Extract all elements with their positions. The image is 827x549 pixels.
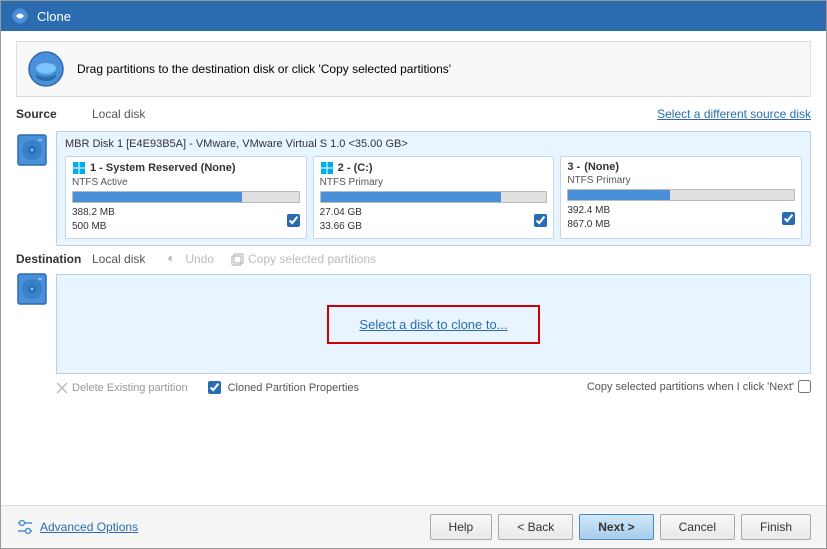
- dest-content: Select a disk to clone to... Delete E: [56, 270, 811, 394]
- content-area: Drag partitions to the destination disk …: [1, 31, 826, 505]
- copy-next-label: Copy selected partitions when I click 'N…: [587, 381, 794, 393]
- partition-3-header: 3 - (None): [567, 161, 795, 173]
- partition-1-checkbox[interactable]: [287, 214, 300, 227]
- source-sublabel: Local disk: [92, 107, 145, 121]
- copy-label: Copy selected partitions: [248, 252, 376, 266]
- source-header-row: Source Local disk Select a different sou…: [16, 107, 811, 121]
- source-row: MBR Disk 1 [E4E93B5A] - VMware, VMware V…: [16, 131, 811, 246]
- select-disk-box[interactable]: Select a disk to clone to...: [327, 305, 539, 344]
- instruction-icon: [27, 50, 65, 88]
- partition-1-type: NTFS Active: [72, 177, 300, 188]
- partition-3-num: 3 -: [567, 161, 580, 173]
- delete-partition-option: Delete Existing partition: [56, 381, 188, 394]
- back-button[interactable]: < Back: [498, 514, 573, 540]
- finish-button[interactable]: Finish: [741, 514, 811, 540]
- copy-next-checkbox[interactable]: [798, 380, 811, 393]
- windows-icon-2: [320, 161, 334, 175]
- footer-buttons: Help < Back Next > Cancel Finish: [430, 514, 811, 540]
- instruction-text: Drag partitions to the destination disk …: [77, 62, 451, 76]
- dest-disk-icon: [16, 270, 48, 308]
- partition-2-sizes: 27.04 GB 33.66 GB: [320, 206, 362, 234]
- partition-1-sizes: 388.2 MB 500 MB: [72, 206, 115, 234]
- cloned-props-checkbox[interactable]: [208, 381, 221, 394]
- partition-2-bar: [321, 192, 502, 202]
- mbr-label: MBR Disk 1 [E4E93B5A] - VMware, VMware V…: [65, 138, 802, 150]
- source-panel: MBR Disk 1 [E4E93B5A] - VMware, VMware V…: [56, 131, 811, 246]
- partition-1-footer: 388.2 MB 500 MB: [72, 206, 300, 234]
- partition-2-checkbox[interactable]: [534, 214, 547, 227]
- advanced-options-icon: [16, 518, 34, 536]
- partition-2-size1: 27.04 GB: [320, 206, 362, 220]
- select-disk-link[interactable]: Select a disk to clone to...: [359, 317, 507, 332]
- instruction-bar: Drag partitions to the destination disk …: [16, 41, 811, 97]
- copy-icon: [230, 252, 244, 266]
- source-disk-icon: [16, 131, 48, 169]
- destination-sublabel: Local disk: [92, 252, 145, 266]
- help-button[interactable]: Help: [430, 514, 493, 540]
- clone-icon: [11, 7, 29, 25]
- undo-button[interactable]: Undo: [167, 252, 214, 266]
- footer: Advanced Options Help < Back Next > Canc…: [1, 505, 826, 548]
- partition-item-2: 2 - (C:) NTFS Primary 27.04 GB 33.66 GB: [313, 156, 555, 239]
- partitions-row: 1 - System Reserved (None) NTFS Active 3…: [65, 156, 802, 239]
- partition-3-footer: 392.4 MB 867.0 MB: [567, 204, 795, 232]
- partition-3-name: (None): [584, 161, 619, 173]
- partition-3-sizes: 392.4 MB 867.0 MB: [567, 204, 610, 232]
- delete-partition-icon: [56, 382, 68, 394]
- partition-1-size2: 500 MB: [72, 220, 115, 234]
- dest-toolbar: Undo Copy selected partitions: [167, 252, 376, 266]
- partition-1-name: 1 - System Reserved (None): [90, 162, 236, 174]
- partition-3-size2: 867.0 MB: [567, 218, 610, 232]
- window-title: Clone: [37, 9, 71, 24]
- partition-3-size1: 392.4 MB: [567, 204, 610, 218]
- partition-1-bar-container: [72, 191, 300, 203]
- partition-3-checkbox[interactable]: [782, 212, 795, 225]
- partition-item-1: 1 - System Reserved (None) NTFS Active 3…: [65, 156, 307, 239]
- delete-partition-label: Delete Existing partition: [72, 382, 188, 394]
- footer-left: Advanced Options: [16, 518, 430, 536]
- partition-2-bar-container: [320, 191, 548, 203]
- undo-label: Undo: [185, 252, 214, 266]
- select-different-source-link[interactable]: Select a different source disk: [657, 107, 811, 121]
- cloned-props-label: Cloned Partition Properties: [228, 382, 359, 394]
- cloned-props-option: Cloned Partition Properties: [208, 381, 359, 394]
- dest-bottom-row: Delete Existing partition Cloned Partiti…: [56, 377, 811, 394]
- partition-3-type: NTFS Primary: [567, 175, 795, 186]
- windows-icon-1: [72, 161, 86, 175]
- title-bar: Clone: [1, 1, 826, 31]
- partition-2-type: NTFS Primary: [320, 177, 548, 188]
- partition-2-name: 2 - (C:): [338, 162, 373, 174]
- partition-2-size2: 33.66 GB: [320, 220, 362, 234]
- dest-section-left: Destination Local disk Undo: [16, 252, 376, 266]
- undo-icon: [167, 252, 181, 266]
- partition-2-footer: 27.04 GB 33.66 GB: [320, 206, 548, 234]
- partition-1-bar: [73, 192, 242, 202]
- dest-options: Delete Existing partition Cloned Partiti…: [56, 381, 359, 394]
- partition-item-3: 3 - (None) NTFS Primary 392.4 MB 867.0 M: [560, 156, 802, 239]
- source-section: Source Local disk Select a different sou…: [16, 107, 811, 246]
- partition-2-header: 2 - (C:): [320, 161, 548, 175]
- source-section-left: Source Local disk: [16, 107, 145, 121]
- partition-1-size1: 388.2 MB: [72, 206, 115, 220]
- partition-3-bar: [568, 190, 670, 200]
- cancel-button[interactable]: Cancel: [660, 514, 735, 540]
- destination-section: Destination Local disk Undo: [16, 252, 811, 495]
- copy-selected-button[interactable]: Copy selected partitions: [230, 252, 376, 266]
- dest-area: Select a disk to clone to...: [56, 274, 811, 374]
- copy-when-next: Copy selected partitions when I click 'N…: [587, 380, 811, 393]
- clone-window: Clone Drag partitions to the destination…: [0, 0, 827, 549]
- dest-header-row: Destination Local disk Undo: [16, 252, 811, 266]
- destination-label: Destination: [16, 252, 86, 266]
- partition-3-bar-container: [567, 189, 795, 201]
- partition-1-header: 1 - System Reserved (None): [72, 161, 300, 175]
- dest-row: Select a disk to clone to... Delete E: [16, 270, 811, 495]
- source-label: Source: [16, 107, 86, 121]
- advanced-options-link[interactable]: Advanced Options: [40, 520, 138, 534]
- next-button[interactable]: Next >: [579, 514, 653, 540]
